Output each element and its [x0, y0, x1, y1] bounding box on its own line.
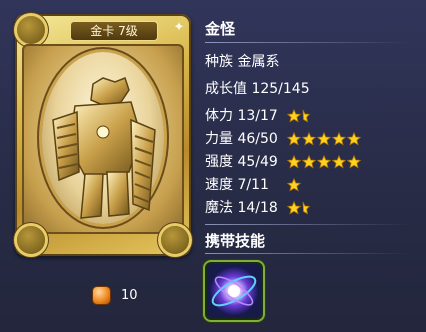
star-icon [332, 132, 346, 146]
star-icon [317, 155, 331, 169]
star-icon [302, 132, 316, 146]
monster-card[interactable]: 金卡 7级 ✦ [15, 14, 191, 256]
star-icon [347, 132, 361, 146]
stat-row: 速度 7/11 [205, 175, 301, 195]
star-icon [287, 109, 301, 123]
energy-orb-skill-icon [207, 264, 261, 318]
half-star-icon [302, 201, 310, 215]
card-corner-ornament [17, 16, 45, 44]
skill-slot[interactable] [205, 262, 263, 320]
star-icon [332, 155, 346, 169]
metal-monster-portrait [52, 77, 156, 219]
star-icon [317, 132, 331, 146]
stat-label: 魔法 14/18 [205, 200, 278, 216]
stat-row: 力量 46/50 [205, 129, 361, 149]
divider [205, 253, 410, 254]
stat-label: 强度 45/49 [205, 154, 278, 170]
stat-row: 体力 13/17 [205, 106, 310, 126]
price-value: 10 [121, 288, 138, 303]
star-rating [287, 132, 362, 146]
half-star-icon [302, 109, 310, 123]
monster-info-panel: 金卡 7级 ✦ 10 金怪 种族 金属系 成长值 125/145 体力 13/1… [0, 0, 426, 332]
divider [205, 42, 410, 43]
race-row: 种族 金属系 [205, 54, 280, 70]
stat-label: 速度 7/11 [205, 177, 269, 193]
orange-gem-icon [93, 287, 110, 304]
star-icon [347, 155, 361, 169]
star-icon [287, 201, 301, 215]
sparkle-icon: ✦ [173, 20, 185, 35]
growth-row: 成长值 125/145 [205, 81, 310, 97]
card-corner-ornament [161, 226, 189, 254]
star-rating [287, 109, 311, 123]
card-grade-label: 金卡 7级 [71, 22, 157, 40]
star-icon [287, 178, 301, 192]
card-corner-ornament [17, 226, 45, 254]
monster-name: 金怪 [205, 20, 236, 38]
star-icon [287, 155, 301, 169]
star-rating [287, 155, 362, 169]
stat-label: 力量 46/50 [205, 131, 278, 147]
star-icon [302, 155, 316, 169]
star-rating [287, 201, 311, 215]
star-rating [287, 178, 302, 192]
star-icon [287, 132, 301, 146]
stat-row: 强度 45/49 [205, 152, 361, 172]
skills-title: 携带技能 [205, 232, 266, 250]
stat-label: 体力 13/17 [205, 108, 278, 124]
divider [205, 224, 410, 225]
stat-row: 魔法 14/18 [205, 198, 310, 218]
